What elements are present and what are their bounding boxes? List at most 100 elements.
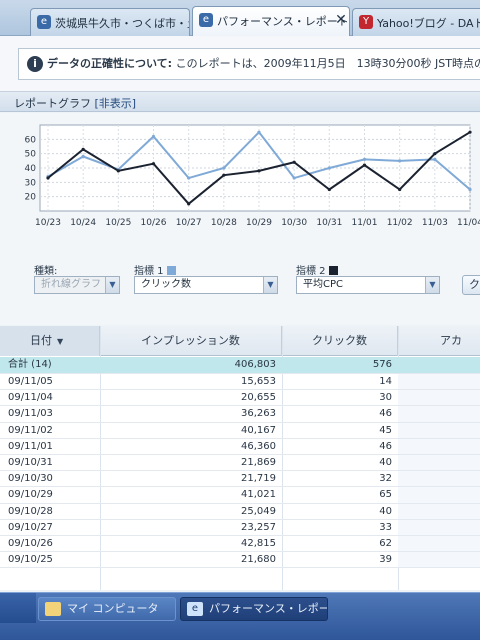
ie-icon: e bbox=[199, 13, 213, 27]
browser-tab-label: Yahoo!ブログ - DAトップイ bbox=[377, 17, 480, 30]
series-point-2 bbox=[222, 173, 226, 177]
close-icon[interactable]: ✕ bbox=[334, 13, 348, 27]
cell-extra bbox=[398, 390, 480, 406]
table-row: 09/10/30 21,719 32 bbox=[0, 471, 480, 488]
cell-impressions: 20,655 bbox=[241, 392, 276, 404]
cell-impressions: 21,680 bbox=[241, 554, 276, 566]
metric2-select[interactable]: 平均CPC ▼ bbox=[296, 276, 440, 294]
table-total-row: 合計 (14) 406,803 576 bbox=[0, 357, 480, 374]
cell-extra bbox=[398, 454, 480, 471]
cell-date: 09/11/01 bbox=[8, 440, 53, 452]
x-tick-label: 10/27 bbox=[176, 218, 202, 228]
total-impressions: 406,803 bbox=[234, 359, 276, 370]
x-tick-label: 10/24 bbox=[70, 218, 96, 228]
notice-text: このレポートは、2009年11月5日 13時30分00秒 JST時点のデータ bbox=[175, 57, 480, 70]
ie-icon: e bbox=[37, 15, 51, 29]
series-point-1 bbox=[187, 176, 191, 180]
cell-extra bbox=[398, 406, 480, 422]
series-point-1 bbox=[468, 187, 472, 192]
cell-date: 09/11/03 bbox=[8, 408, 53, 420]
cell-extra bbox=[398, 552, 480, 568]
cell-clicks: 33 bbox=[379, 521, 392, 533]
series-point-2 bbox=[81, 147, 85, 151]
sort-desc-icon: ▼ bbox=[57, 337, 64, 346]
cell-date: 09/10/29 bbox=[8, 489, 53, 501]
metric2-value: 平均CPC bbox=[303, 279, 343, 290]
table-header: 日付 ▼ インプレッション数 クリック数 アカ bbox=[0, 326, 480, 356]
browser-tab-2[interactable]: e パフォーマンス・レポート bbox=[192, 6, 350, 36]
series-point-2 bbox=[46, 176, 50, 180]
x-tick-label: 11/01 bbox=[352, 218, 378, 228]
column-header-clicks[interactable]: クリック数 bbox=[282, 326, 398, 356]
column-header-impressions[interactable]: インプレッション数 bbox=[100, 326, 282, 356]
column-header-extra[interactable]: アカ bbox=[398, 326, 480, 356]
screen: e 茨城県牛久市・つくば市・土 e パフォーマンス・レポート ✕ Y Yahoo… bbox=[0, 0, 480, 640]
chevron-down-icon: ▼ bbox=[263, 277, 277, 293]
cell-date: 09/10/27 bbox=[8, 521, 53, 533]
hide-graph-link[interactable]: [非表示] bbox=[95, 97, 137, 110]
chart-type-select: 折れ線グラフ ▼ bbox=[34, 276, 120, 294]
taskbar-quick-launch bbox=[0, 593, 36, 623]
taskbar-item-my-computer[interactable]: マイ コンピュータ bbox=[38, 597, 176, 621]
y-tick-label: 30 bbox=[25, 178, 37, 188]
cell-impressions: 21,719 bbox=[241, 473, 276, 485]
info-icon: i bbox=[27, 56, 43, 72]
chevron-down-icon: ▼ bbox=[425, 277, 439, 293]
cell-date: 09/11/05 bbox=[8, 376, 53, 387]
cell-extra bbox=[398, 374, 480, 390]
taskbar-item-performance-report[interactable]: e パフォーマンス・レポート bbox=[180, 597, 328, 621]
metric1-label: 指標 1 bbox=[134, 262, 176, 277]
cell-clicks: 30 bbox=[379, 392, 392, 404]
cell-date: 09/10/25 bbox=[8, 554, 53, 566]
x-tick-label: 10/31 bbox=[316, 218, 342, 228]
x-tick-label: 10/26 bbox=[141, 218, 167, 228]
column-header-date[interactable]: 日付 ▼ bbox=[0, 326, 100, 356]
table-body: 合計 (14) 406,803 576 09/11/05 15,653 14 09/… bbox=[0, 357, 480, 569]
series-point-2 bbox=[187, 202, 191, 206]
series-point-1 bbox=[292, 176, 296, 180]
series-point-1 bbox=[398, 159, 402, 163]
cell-impressions: 36,263 bbox=[241, 408, 276, 420]
series-point-2 bbox=[151, 162, 156, 166]
series-point-2 bbox=[116, 169, 120, 173]
table-row: 09/10/25 21,680 39 bbox=[0, 552, 480, 569]
metric1-select[interactable]: クリック数 ▼ bbox=[134, 276, 278, 294]
notice-heading: データの正確性について: bbox=[47, 57, 173, 70]
metric1-value: クリック数 bbox=[141, 279, 191, 290]
table-row: 09/10/28 25,049 40 bbox=[0, 503, 480, 520]
cell-extra bbox=[398, 438, 480, 454]
browser-tab-label: パフォーマンス・レポート bbox=[217, 15, 349, 28]
table-row: 09/11/02 40,167 45 bbox=[0, 422, 480, 439]
browser-tab-1[interactable]: e 茨城県牛久市・つくば市・土 bbox=[30, 8, 190, 36]
browser-tab-3[interactable]: Y Yahoo!ブログ - DAトップイ bbox=[352, 8, 480, 36]
total-clicks: 576 bbox=[372, 359, 392, 370]
taskbar-item-label: マイ コンピュータ bbox=[67, 602, 159, 615]
cell-extra bbox=[398, 535, 480, 552]
table-row: 09/11/05 15,653 14 bbox=[0, 374, 480, 391]
cell-date: 09/11/02 bbox=[8, 424, 53, 436]
x-tick-label: 11/02 bbox=[387, 218, 413, 228]
browser-tab-bar: e 茨城県牛久市・つくば市・土 e パフォーマンス・レポート ✕ Y Yahoo… bbox=[0, 0, 480, 36]
y-tick-label: 20 bbox=[25, 193, 37, 203]
cell-clicks: 62 bbox=[379, 537, 392, 549]
table-row: 09/11/01 46,360 46 bbox=[0, 438, 480, 455]
ie-icon: e bbox=[187, 602, 203, 616]
apply-button[interactable]: ク bbox=[462, 275, 480, 295]
cell-date: 09/10/30 bbox=[8, 473, 53, 485]
column-header-date-label: 日付 bbox=[30, 334, 52, 347]
report-graph-area: 20 30 40 50 60 10/23 10/24 10/25 10/26 10/27 10/28… bbox=[0, 113, 480, 325]
y-tick-label: 40 bbox=[25, 164, 37, 174]
cell-clicks: 46 bbox=[379, 408, 392, 420]
folder-icon bbox=[45, 602, 61, 616]
series-point-1 bbox=[151, 134, 156, 139]
series-point-2 bbox=[292, 160, 296, 164]
cell-clicks: 65 bbox=[379, 489, 392, 501]
cell-impressions: 42,815 bbox=[241, 537, 276, 549]
browser-tab-label: 茨城県牛久市・つくば市・土 bbox=[55, 17, 190, 30]
cell-clicks: 46 bbox=[379, 440, 392, 452]
chart-type-label: 種類: bbox=[34, 266, 58, 277]
cell-impressions: 25,049 bbox=[241, 505, 276, 517]
cell-impressions: 21,869 bbox=[241, 456, 276, 468]
cell-clicks: 32 bbox=[379, 473, 392, 485]
y-tick-label: 60 bbox=[25, 135, 37, 145]
